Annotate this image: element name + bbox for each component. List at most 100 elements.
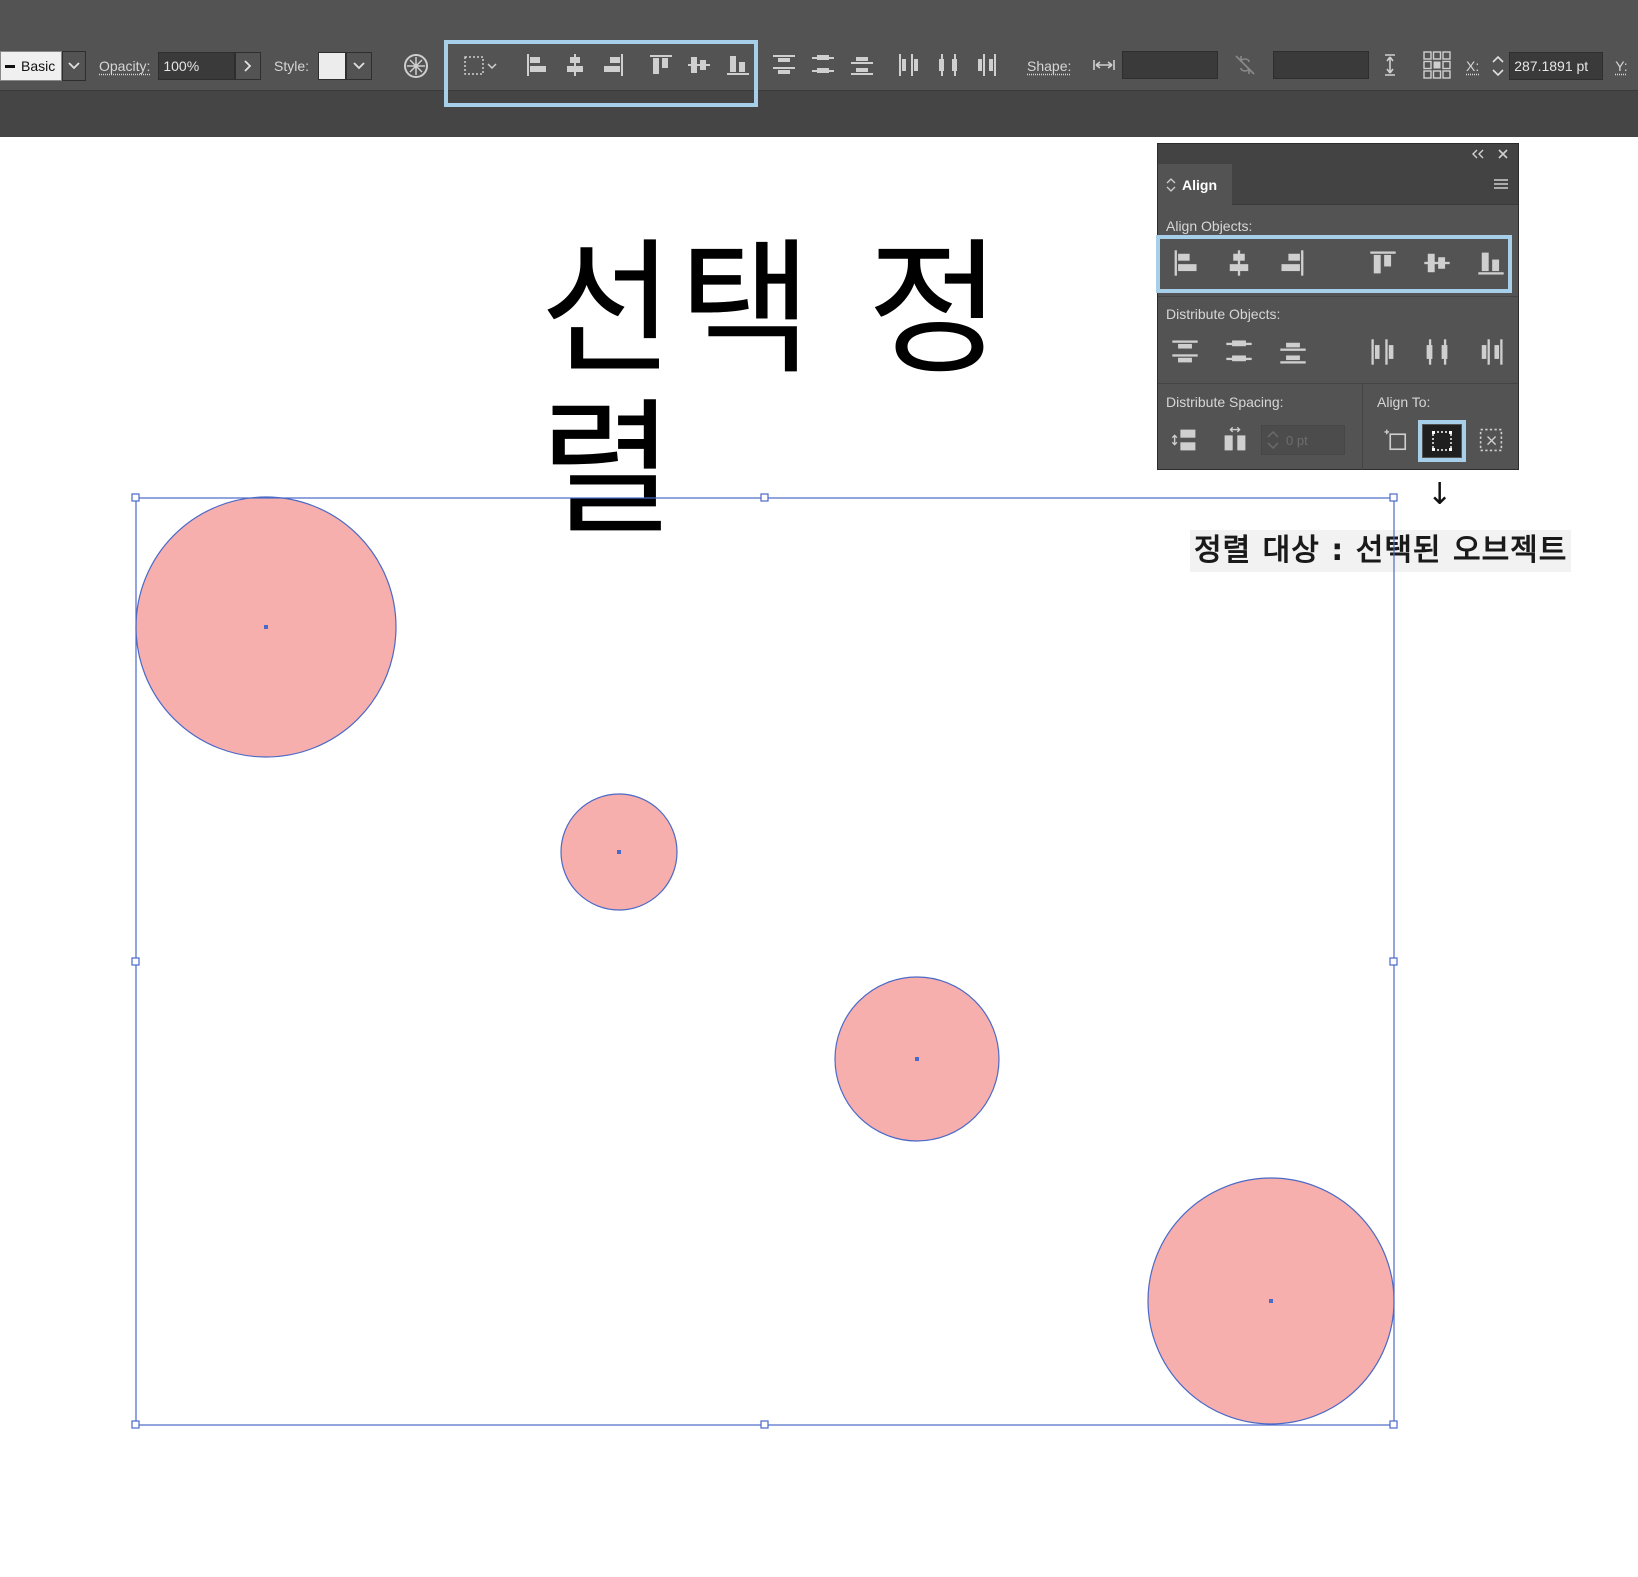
tab-align-label: Align [1182,176,1217,193]
distribute-objects-label: Distribute Objects: [1166,306,1281,322]
opacity-field[interactable]: 100% [158,52,236,80]
align-to-artboard-icon[interactable] [1381,425,1411,455]
collapse-panel-icon[interactable] [1471,148,1485,160]
vertical-distribute-center-icon[interactable] [810,52,836,78]
opacity-label[interactable]: Opacity: [99,58,150,74]
reference-point-icon[interactable] [1422,50,1452,80]
resize-handle-bottom[interactable] [760,1420,769,1429]
resize-handle-right[interactable] [1389,957,1398,966]
stroke-line-icon [5,64,15,68]
resize-handle-top-right[interactable] [1389,493,1398,502]
resize-handle-top[interactable] [760,493,769,502]
chevron-down-icon [68,62,80,70]
horizontal-distribute-left-icon[interactable] [1368,337,1398,367]
x-position-group: X: 287.1891 pt Y: [1466,42,1628,90]
style-dropdown[interactable] [346,52,373,80]
stepper-arrows-icon [1492,55,1504,77]
opacity-value: 100% [163,58,200,74]
resize-handle-left[interactable] [131,957,140,966]
shape-width-field[interactable] [1122,51,1218,79]
vertical-align-bottom-icon[interactable] [1476,248,1506,278]
horizontal-distribute-center-icon[interactable] [1422,337,1452,367]
vertical-align-top-icon[interactable] [1368,248,1398,278]
width-arrows-icon [1091,52,1117,78]
panel-divider-vertical [1362,384,1363,470]
shape-height-field[interactable] [1273,51,1369,79]
horizontal-align-right-icon[interactable] [1278,248,1308,278]
vertical-distribute-bottom-icon[interactable] [1278,337,1308,367]
constrain-proportions-icon[interactable] [1232,52,1258,78]
align-to-selection-menu-icon[interactable] [462,53,502,79]
vertical-distribute-center-icon[interactable] [1224,337,1254,367]
circle-center-point [1269,1299,1273,1303]
circle-center-point [617,850,621,854]
resize-handle-bottom-left[interactable] [131,1420,140,1429]
page-title: 선택 정렬 [540,225,1006,555]
vertical-distribute-bottom-icon[interactable] [849,52,875,78]
panel-header [1158,144,1518,164]
horizontal-align-center-icon[interactable] [1224,248,1254,278]
recolor-artwork-icon[interactable] [403,53,429,79]
horizontal-distribute-right-icon[interactable] [973,52,999,78]
style-label: Style: [274,58,310,74]
horizontal-align-center-icon[interactable] [562,52,588,78]
spacing-value: 0 pt [1286,432,1308,448]
x-field[interactable]: 287.1891 pt [1509,52,1604,80]
horizontal-align-left-icon[interactable] [1170,248,1200,278]
horizontal-distribute-left-icon[interactable] [896,52,922,78]
align-to-label: Align To: [1377,394,1431,410]
distribute-spacing-label: Distribute Spacing: [1166,394,1284,410]
vertical-distribute-top-icon[interactable] [771,52,797,78]
align-to-selection-icon [1432,431,1452,451]
stepper-arrows-icon [1267,431,1279,449]
x-stepper[interactable] [1487,52,1510,80]
panel-align-objects-highlight [1156,235,1512,293]
control-bar-top-strip [0,0,1638,42]
stroke-profile-group: Basic [0,42,86,90]
vertical-distribute-top-icon[interactable] [1170,337,1200,367]
style-group: Style: [274,42,373,90]
caption-label: 정렬 대상 : 선택된 오브젝트 [1190,530,1572,572]
stroke-profile-value: Basic [21,58,56,74]
vertical-align-center-icon[interactable] [686,52,712,78]
panel-divider [1158,383,1518,384]
chevron-right-icon [244,60,252,72]
align-to-selection-button[interactable] [1423,425,1461,457]
resize-handle-top-left[interactable] [131,493,140,502]
graphic-style-swatch[interactable] [318,52,347,80]
horizontal-distribute-space-icon[interactable] [1220,425,1250,455]
panel-menu-icon[interactable] [1493,178,1509,190]
shape-group: Shape: [1027,42,1071,90]
vertical-distribute-space-icon[interactable] [1170,425,1200,455]
shape-label[interactable]: Shape: [1027,58,1071,74]
vertical-align-center-icon[interactable] [1422,248,1452,278]
horizontal-align-left-icon[interactable] [523,52,549,78]
align-objects-label: Align Objects: [1166,218,1253,234]
x-label[interactable]: X: [1466,58,1479,74]
tab-align[interactable]: Align [1158,164,1232,205]
vertical-align-bottom-icon[interactable] [725,52,751,78]
y-label[interactable]: Y: [1615,58,1627,74]
align-panel: Align Align Objects: Distribute Objects:… [1156,143,1519,470]
down-arrow-icon: ↓ [1427,477,1453,512]
panel-tab-row: Align [1158,164,1518,205]
spacing-field[interactable]: 0 pt [1261,425,1345,455]
resize-handle-bottom-right[interactable] [1389,1420,1398,1429]
opacity-expand-button[interactable] [235,52,262,80]
stroke-profile-select[interactable]: Basic [0,51,62,81]
x-value: 287.1891 pt [1514,58,1589,74]
horizontal-distribute-center-icon[interactable] [935,52,961,78]
circle-center-point [915,1057,919,1061]
tab-toggle-icon [1166,177,1176,192]
panel-divider [1158,296,1518,297]
vertical-align-top-icon[interactable] [648,52,674,78]
close-icon[interactable] [1497,148,1509,160]
opacity-group: Opacity: 100% [99,42,262,90]
align-to-key-object-icon[interactable] [1476,425,1506,455]
chevron-down-icon [353,62,365,70]
horizontal-distribute-right-icon[interactable] [1476,337,1506,367]
circle-center-point [264,625,268,629]
horizontal-align-right-icon[interactable] [601,52,627,78]
stroke-profile-dropdown[interactable] [62,51,86,81]
height-arrows-icon [1377,52,1403,78]
